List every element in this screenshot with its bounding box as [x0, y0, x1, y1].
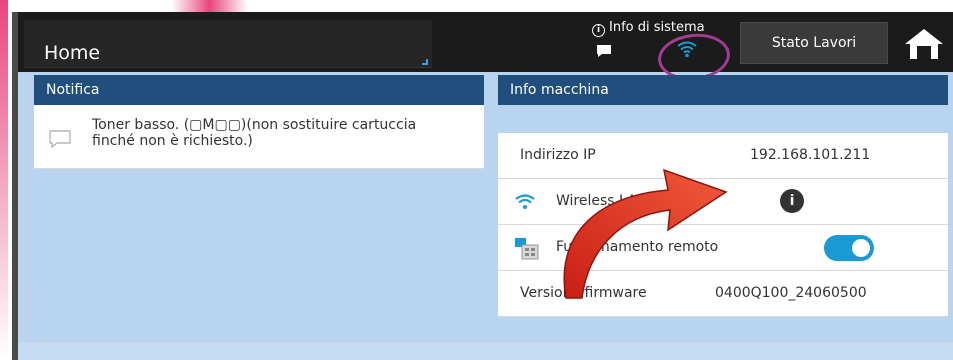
- system-info-label: Info di sistema: [609, 20, 705, 35]
- home-dropdown[interactable]: Home: [24, 20, 432, 68]
- toggle-knob: [850, 237, 872, 259]
- pink-frame-side: [0, 0, 8, 360]
- remote-panel-icon: [515, 238, 539, 260]
- remote-operation-toggle[interactable]: [824, 235, 874, 261]
- ip-address-value: 192.168.101.211: [750, 147, 871, 163]
- wifi-icon: [515, 194, 535, 209]
- pink-frame-edge: [0, 0, 953, 12]
- firmware-value: 0400Q100_24060500: [715, 285, 867, 301]
- notification-panel-title: Notifica: [34, 75, 484, 105]
- top-bar: Home i Info di sistema Stato Lavori: [18, 12, 953, 84]
- notification-item[interactable]: Toner basso. (▢M▢▢)(non sostituire cartu…: [34, 105, 484, 169]
- info-icon[interactable]: i: [780, 189, 804, 213]
- dropdown-indicator-icon: [422, 59, 428, 65]
- panel-spacer: [498, 105, 948, 133]
- machine-info-panel: Info macchina Indirizzo IP 192.168.101.2…: [498, 75, 948, 339]
- speech-bubble-icon: [49, 130, 71, 149]
- info-icon: i: [592, 24, 605, 37]
- firmware-row: Versione firmware 0400Q100_24060500: [498, 271, 948, 317]
- job-status-button[interactable]: Stato Lavori: [740, 22, 888, 64]
- bottom-strip: [18, 342, 953, 360]
- notification-panel: Notifica Toner basso. (▢M▢▢)(non sostitu…: [34, 75, 484, 339]
- wireless-lan-row[interactable]: Wireless LAN i: [498, 179, 948, 225]
- wireless-lan-label: Wireless LAN: [556, 193, 648, 209]
- remote-operation-row: Funzionamento remoto: [498, 225, 948, 271]
- firmware-label: Versione firmware: [520, 285, 647, 301]
- home-icon[interactable]: [902, 26, 946, 62]
- device-screen: Home i Info di sistema Stato Lavori Notif…: [12, 12, 953, 360]
- remote-operation-label: Funzionamento remoto: [556, 239, 719, 255]
- message-icon[interactable]: [596, 44, 612, 58]
- machine-info-panel-title: Info macchina: [498, 75, 948, 105]
- ip-address-row: Indirizzo IP 192.168.101.211: [498, 133, 948, 179]
- home-label: Home: [44, 42, 101, 64]
- ip-address-label: Indirizzo IP: [520, 147, 596, 163]
- notification-text: Toner basso. (▢M▢▢)(non sostituire cartu…: [92, 117, 417, 149]
